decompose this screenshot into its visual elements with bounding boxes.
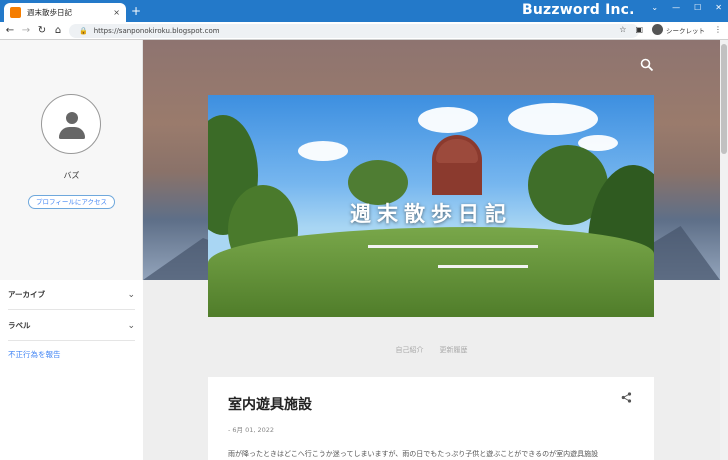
- lock-icon: 🔒: [79, 27, 88, 35]
- incognito-icon: [652, 24, 663, 35]
- brand-watermark: Buzzword Inc.: [522, 2, 635, 18]
- forward-arrow-icon[interactable]: →: [20, 24, 32, 38]
- post-title[interactable]: 室内遊具施設: [228, 394, 312, 414]
- blogger-favicon-icon: [10, 7, 21, 18]
- tab-close-icon[interactable]: ×: [113, 8, 120, 17]
- report-abuse-link[interactable]: 不正行為を報告: [8, 349, 61, 360]
- address-bar[interactable]: 🔒 https://sanponokiroku.blogspot.com: [69, 24, 639, 38]
- tab-search-icon[interactable]: ⌄: [651, 3, 658, 12]
- incognito-profile[interactable]: シークレット: [652, 24, 705, 35]
- window-controls: ⌄ — ☐ ✕: [651, 3, 722, 12]
- chevron-down-icon: ⌄: [127, 289, 135, 300]
- blog-title[interactable]: 週末散歩日記: [208, 198, 654, 228]
- browser-toolbar: ← → ↻ ⌂ 🔒 https://sanponokiroku.blogspot…: [0, 22, 728, 40]
- sidebar-item-labels[interactable]: ラベル ⌄: [8, 311, 135, 341]
- page-nav: 自己紹介 更新履歴: [143, 345, 720, 355]
- share-icon[interactable]: [621, 392, 632, 403]
- close-window-icon[interactable]: ✕: [715, 3, 722, 12]
- search-icon[interactable]: [640, 58, 654, 72]
- sidebar-item-label: ラベル: [8, 321, 31, 330]
- toolbar-right: ☆ ▣ シークレット ⋮: [619, 24, 722, 35]
- scrollbar-thumb[interactable]: [721, 44, 727, 154]
- nav-link-about[interactable]: 自己紹介: [396, 345, 424, 355]
- reload-icon[interactable]: ↻: [36, 24, 48, 38]
- bookmark-star-icon[interactable]: ☆: [619, 25, 626, 34]
- profile-avatar-icon[interactable]: [41, 94, 101, 154]
- maximize-icon[interactable]: ☐: [694, 3, 701, 12]
- blog-sidebar: バズ プロフィールにアクセス アーカイブ ⌄ ラベル ⌄ 不正行為を報告: [0, 40, 143, 460]
- sidebar-item-label: アーカイブ: [8, 290, 46, 299]
- minimize-icon[interactable]: —: [672, 3, 680, 12]
- browser-titlebar: 週末散歩日記 × + Buzzword Inc. ⌄ — ☐ ✕: [0, 0, 728, 22]
- post-card: 室内遊具施設 - 6月 01, 2022 雨が降ったときはどこへ行こうか迷ってし…: [208, 377, 654, 460]
- incognito-label: シークレット: [666, 26, 705, 35]
- tab-title: 週末散歩日記: [27, 8, 72, 17]
- new-tab-button[interactable]: +: [131, 3, 141, 19]
- view-profile-button[interactable]: プロフィールにアクセス: [28, 195, 115, 209]
- home-icon[interactable]: ⌂: [52, 24, 64, 38]
- sidebar-widgets: アーカイブ ⌄ ラベル ⌄: [0, 280, 143, 460]
- url-text: https://sanponokiroku.blogspot.com: [93, 27, 220, 35]
- profile-name: バズ: [63, 171, 80, 180]
- back-arrow-icon[interactable]: ←: [4, 24, 16, 38]
- main-content: 週末散歩日記 自己紹介 更新履歴 室内遊具施設 - 6月 01, 2022 雨が…: [143, 40, 720, 460]
- post-date: - 6月 01, 2022: [228, 426, 275, 434]
- menu-kebab-icon[interactable]: ⋮: [714, 25, 722, 34]
- side-panel-icon[interactable]: ▣: [635, 25, 643, 34]
- post-excerpt: 雨が降ったときはどこへ行こうか迷ってしまいますが、雨の日でもたっぷり子供と遊ぶこ…: [228, 450, 599, 458]
- browser-tab[interactable]: 週末散歩日記 ×: [4, 3, 126, 22]
- header-banner-image[interactable]: 週末散歩日記: [208, 95, 654, 317]
- nav-link-history[interactable]: 更新履歴: [440, 345, 468, 355]
- chevron-down-icon: ⌄: [127, 320, 135, 331]
- page-scrollbar[interactable]: [720, 40, 728, 460]
- sidebar-item-archive[interactable]: アーカイブ ⌄: [8, 280, 135, 310]
